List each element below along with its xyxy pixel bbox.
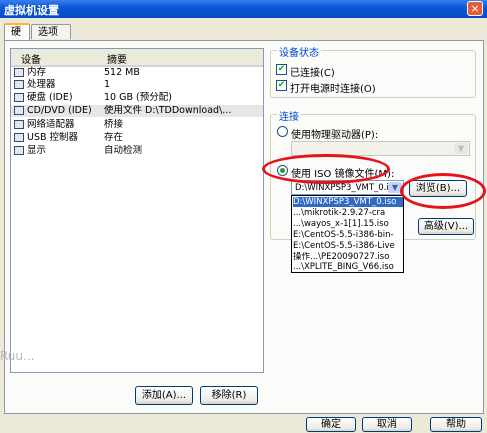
device-row-processor[interactable]: 处理器 1: [11, 79, 263, 91]
physical-drive-label: 使用物理驱动器(P):: [291, 130, 379, 141]
connection-title: 连接: [277, 108, 301, 123]
connect-at-power-on-checkbox[interactable]: ✔: [276, 80, 287, 91]
iso-option[interactable]: ...\XPLITE_BING_V66.iso: [293, 262, 403, 272]
iso-option[interactable]: ...\wayos_x-1[1].15.iso: [293, 219, 403, 229]
annotation-ellipse-browse: [400, 173, 486, 209]
device-name: 网络适配器: [27, 119, 75, 130]
device-name: 硬盘 (IDE): [27, 92, 73, 103]
device-summary: 10 GB (预分配): [104, 92, 172, 103]
device-row-display[interactable]: 显示 自动检测: [11, 145, 263, 157]
iso-option[interactable]: E:\CentOS-5.5-i386-Live: [293, 241, 403, 251]
close-button[interactable]: ×: [467, 1, 483, 16]
iso-file-value: D:\WINXPSP3_VMT_0.iso: [295, 183, 389, 193]
device-row-network-adapter[interactable]: 网络适配器 桥接: [11, 119, 263, 131]
device-summary: 自动检测: [104, 145, 143, 156]
display-icon: [14, 146, 24, 155]
advanced-button[interactable]: 高级(V)...: [418, 218, 474, 235]
device-name: 显示: [27, 145, 47, 156]
device-row-hard-disk[interactable]: 硬盘 (IDE) 10 GB (预分配): [11, 92, 263, 104]
iso-option[interactable]: 操作...\PE20090727.iso: [293, 252, 403, 262]
connect-at-power-on-label: 打开电源时连接(O): [290, 84, 376, 95]
column-header-device[interactable]: 设备: [21, 51, 41, 66]
device-name: 处理器: [27, 79, 56, 90]
device-summary: 使用文件 D:\TDDownload\...: [104, 105, 232, 116]
device-row-memory[interactable]: 内存 512 MB: [11, 67, 263, 79]
device-name: 内存: [27, 67, 47, 78]
device-list-header: 设备 摘要: [11, 49, 263, 67]
window-title: 虚拟机设置: [4, 4, 59, 17]
device-row-cd-dvd[interactable]: CD/DVD (IDE) 使用文件 D:\TDDownload\...: [11, 105, 263, 117]
cd-dvd-icon: [14, 106, 24, 115]
column-header-summary[interactable]: 摘要: [107, 51, 127, 66]
device-name: CD/DVD (IDE): [27, 105, 92, 116]
tab-options[interactable]: 选项: [31, 24, 71, 39]
ok-button[interactable]: 确定: [306, 417, 356, 432]
cancel-button[interactable]: 取消: [362, 417, 412, 432]
help-button[interactable]: 帮助: [430, 417, 482, 432]
processor-icon: [14, 80, 24, 89]
memory-icon: [14, 68, 24, 77]
device-row-usb-controller[interactable]: USB 控制器 存在: [11, 132, 263, 144]
network-adapter-icon: [14, 120, 24, 129]
device-summary: 桥接: [104, 119, 124, 130]
iso-option[interactable]: ...\mikrotik-2.9.27-cra: [293, 208, 403, 218]
remove-button[interactable]: 移除(R): [200, 386, 258, 405]
hard-disk-icon: [14, 93, 24, 102]
tab-hardware[interactable]: 硬件: [4, 23, 30, 53]
usb-icon: [14, 133, 24, 142]
physical-drive-radio[interactable]: [277, 126, 288, 137]
iso-option[interactable]: E:\CentOS-5.5-i386-bin-: [293, 230, 403, 240]
connected-label: 已连接(C): [290, 68, 335, 79]
device-status-title: 设备状态: [277, 44, 321, 59]
device-summary: 存在: [104, 132, 124, 143]
watermark: Ruu...: [0, 349, 35, 363]
add-button[interactable]: 添加(A)...: [135, 386, 193, 405]
connected-checkbox[interactable]: ✔: [276, 64, 287, 75]
device-list[interactable]: 设备 摘要 内存 512 MB 处理器 1 硬盘 (IDE) 10 GB (预分…: [10, 48, 264, 373]
device-summary: 512 MB: [104, 67, 140, 78]
title-bar: 虚拟机设置 ×: [0, 0, 487, 18]
chevron-down-icon: ▼: [454, 143, 468, 154]
iso-option[interactable]: D:\WINXPSP3_VMT_0.iso: [293, 197, 403, 207]
device-name: USB 控制器: [27, 132, 79, 143]
annotation-ellipse-iso: [262, 154, 390, 184]
iso-file-dropdown-list[interactable]: D:\WINXPSP3_VMT_0.iso ...\mikrotik-2.9.2…: [291, 195, 404, 273]
device-summary: 1: [104, 79, 111, 90]
